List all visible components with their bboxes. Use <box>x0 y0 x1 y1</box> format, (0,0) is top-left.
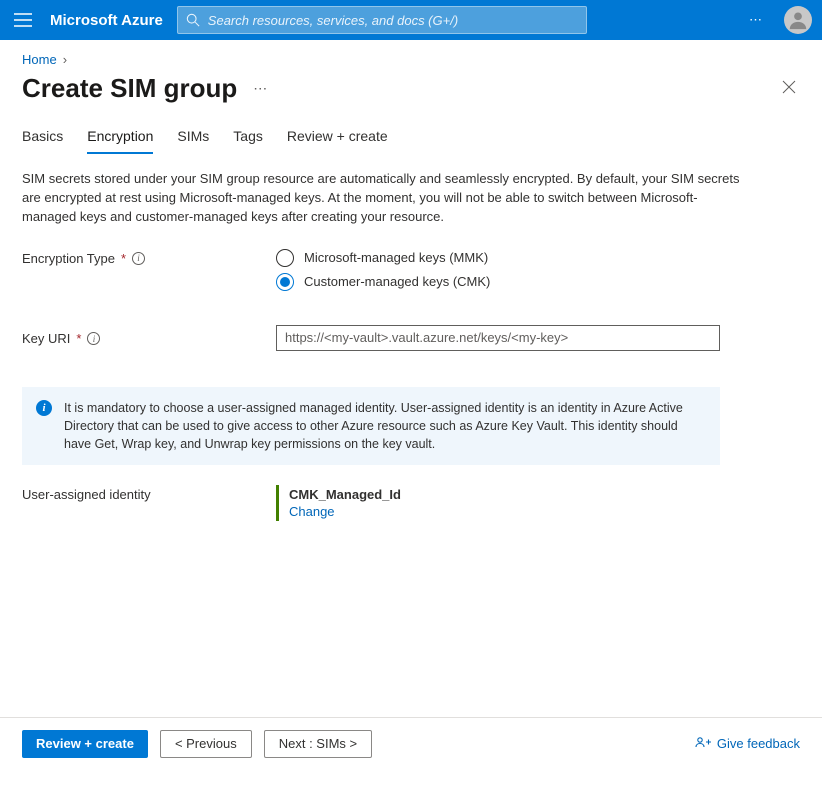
more-actions-icon[interactable]: ⋯ <box>743 8 770 32</box>
search-icon <box>186 13 200 27</box>
breadcrumb: Home › <box>0 40 822 67</box>
tab-basics[interactable]: Basics <box>22 122 63 154</box>
info-banner-text: It is mandatory to choose a user-assigne… <box>64 399 706 453</box>
info-banner-icon: i <box>36 400 52 416</box>
breadcrumb-home[interactable]: Home <box>22 52 57 67</box>
content-area: SIM secrets stored under your SIM group … <box>0 154 822 547</box>
info-icon[interactable]: i <box>87 332 100 345</box>
next-button[interactable]: Next : SIMs > <box>264 730 372 758</box>
radio-mmk-label: Microsoft-managed keys (MMK) <box>304 250 488 265</box>
close-icon <box>782 80 796 94</box>
row-key-uri: Key URI * i <box>22 325 800 351</box>
page-header: Create SIM group ⋯ <box>0 67 822 122</box>
review-create-button[interactable]: Review + create <box>22 730 148 758</box>
tab-review[interactable]: Review + create <box>287 122 388 154</box>
info-banner: i It is mandatory to choose a user-assig… <box>22 387 720 465</box>
brand-label[interactable]: Microsoft Azure <box>50 12 163 29</box>
tab-sims[interactable]: SIMs <box>177 122 209 154</box>
page-title: Create SIM group <box>22 73 237 104</box>
radio-cmk-label: Customer-managed keys (CMK) <box>304 274 490 289</box>
hamburger-menu-icon[interactable] <box>10 9 36 31</box>
footer-bar: Review + create < Previous Next : SIMs >… <box>0 717 822 770</box>
radio-cmk[interactable]: Customer-managed keys (CMK) <box>276 273 720 291</box>
chevron-right-icon: › <box>63 52 67 67</box>
info-icon[interactable]: i <box>132 252 145 265</box>
tab-bar: Basics Encryption SIMs Tags Review + cre… <box>0 122 822 154</box>
identity-value: CMK_Managed_Id <box>289 487 720 502</box>
close-button[interactable] <box>778 76 800 101</box>
feedback-label: Give feedback <box>717 736 800 751</box>
required-asterisk: * <box>76 331 81 346</box>
encryption-type-label: Encryption Type <box>22 251 115 266</box>
user-avatar[interactable] <box>784 6 812 34</box>
give-feedback-link[interactable]: Give feedback <box>695 736 800 752</box>
required-asterisk: * <box>121 251 126 266</box>
row-user-identity: User-assigned identity CMK_Managed_Id Ch… <box>22 485 800 521</box>
top-bar: Microsoft Azure Search resources, servic… <box>0 0 822 40</box>
radio-mmk[interactable]: Microsoft-managed keys (MMK) <box>276 249 720 267</box>
radio-mmk-circle <box>276 249 294 267</box>
search-placeholder: Search resources, services, and docs (G+… <box>208 13 458 28</box>
radio-cmk-circle <box>276 273 294 291</box>
global-search-input[interactable]: Search resources, services, and docs (G+… <box>177 6 587 34</box>
row-encryption-type: Encryption Type * i Microsoft-managed ke… <box>22 249 800 297</box>
previous-button[interactable]: < Previous <box>160 730 252 758</box>
person-icon <box>787 9 809 31</box>
key-uri-label: Key URI <box>22 331 70 346</box>
identity-change-link[interactable]: Change <box>289 504 335 519</box>
tab-encryption[interactable]: Encryption <box>87 122 153 154</box>
feedback-icon <box>695 736 711 752</box>
key-uri-input[interactable] <box>276 325 720 351</box>
page-title-more-icon[interactable]: ⋯ <box>253 80 267 97</box>
tab-tags[interactable]: Tags <box>233 122 263 154</box>
identity-block: CMK_Managed_Id Change <box>276 485 720 521</box>
encryption-description: SIM secrets stored under your SIM group … <box>22 170 742 227</box>
user-identity-label: User-assigned identity <box>22 487 151 502</box>
